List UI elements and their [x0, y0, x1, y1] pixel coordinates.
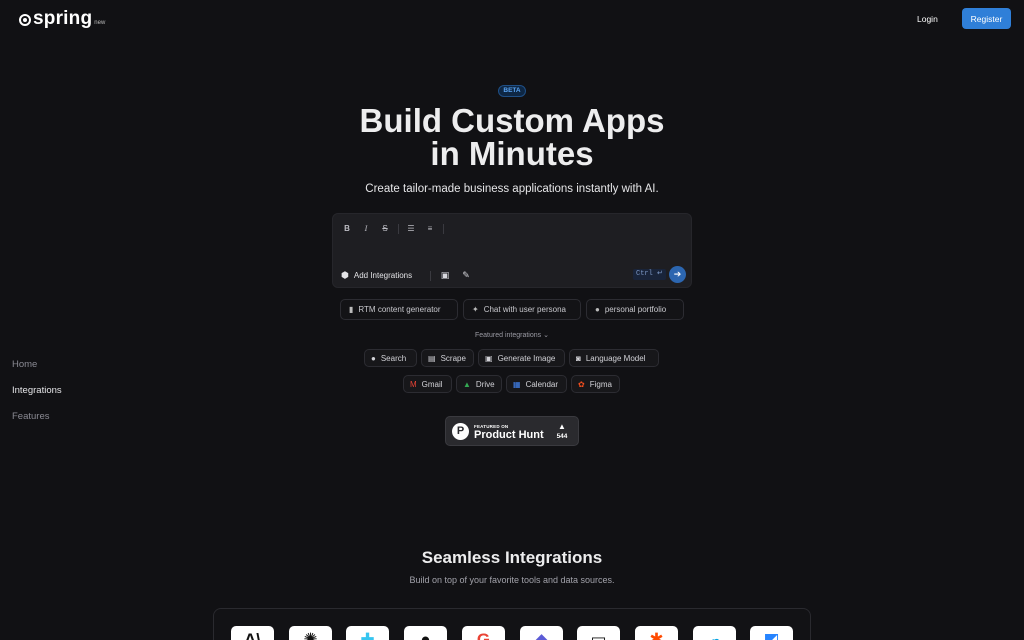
hero-subtitle: Create tailor-made business applications… — [365, 183, 659, 195]
toolbar-divider — [443, 224, 444, 234]
magic-wand-icon[interactable]: ✎ — [459, 268, 473, 282]
suggestion-chip-chat[interactable]: ✦ Chat with user persona — [463, 299, 581, 320]
logo-text: spring — [33, 8, 93, 29]
suggestion-label: Chat with user persona — [483, 305, 566, 314]
jira-icon[interactable]: ◩ — [750, 626, 793, 640]
integration-chip-language-model[interactable]: ◙ Language Model — [569, 349, 659, 367]
integrations-panel: A\ ✺ ✚ ● G ◆ ▭ ✱ ☁ ◩ — [213, 608, 811, 640]
bar-chart-icon: ▮ — [349, 305, 354, 314]
robot-icon: ◙ — [576, 353, 581, 363]
integration-chip-generate-image[interactable]: ▣ Generate Image — [478, 349, 565, 367]
cube-icon: ⬢ — [341, 269, 349, 280]
product-hunt-votes: 544 — [556, 433, 568, 440]
featured-integrations-toggle[interactable]: Featured integrations ⌄ — [445, 331, 579, 339]
gmail-icon: M — [410, 379, 417, 389]
salesforce-icon[interactable]: ☁ — [693, 626, 736, 640]
figma-icon: ✿ — [578, 379, 585, 389]
register-button[interactable]: Register — [962, 8, 1011, 29]
upvote-arrow-icon: ▲ — [558, 422, 566, 431]
image-icon: ▣ — [485, 353, 493, 363]
side-nav: Home Integrations Features — [12, 357, 62, 435]
strikethrough-icon[interactable]: S — [378, 222, 392, 236]
hero-title-line-1: Build Custom Apps — [359, 102, 665, 139]
integration-chip-calendar[interactable]: ▦ Calendar — [506, 375, 567, 393]
openai-icon[interactable]: ✺ — [289, 626, 332, 640]
suggestion-label: RTM content generator — [358, 305, 441, 314]
toolbar-divider — [430, 271, 431, 281]
italic-icon[interactable]: I — [359, 222, 373, 236]
document-icon: ▤ — [428, 353, 436, 363]
suggestion-label: personal portfolio — [604, 305, 667, 314]
ordered-list-icon[interactable]: ≡ — [423, 222, 437, 236]
integration-label: Search — [380, 353, 407, 363]
integration-chip-figma[interactable]: ✿ Figma — [571, 375, 620, 393]
integration-label: Figma — [589, 379, 612, 389]
logo[interactable]: spring new — [19, 9, 105, 29]
toolbar-divider — [398, 224, 399, 234]
beta-badge: BETA — [498, 85, 526, 97]
logo-mark-icon — [19, 14, 31, 26]
integration-label: Gmail — [421, 379, 443, 389]
section-subtitle: Build on top of your favorite tools and … — [409, 575, 615, 585]
nav-item-integrations[interactable]: Integrations — [12, 383, 62, 409]
chevron-down-icon: ⌄ — [543, 332, 549, 339]
integration-label: Drive — [475, 379, 495, 389]
featured-integrations-label: Featured integrations — [475, 332, 542, 339]
slack-icon[interactable]: ✚ — [346, 626, 389, 640]
bold-icon[interactable]: B — [340, 222, 354, 236]
sparkle-icon: ✦ — [472, 305, 479, 314]
submit-arrow-icon[interactable]: ➔ — [669, 266, 686, 283]
github-icon[interactable]: ● — [404, 626, 447, 640]
integration-chip-drive[interactable]: ▲ Drive — [456, 375, 502, 393]
calendar-icon: ▦ — [513, 379, 521, 389]
logo-suffix: new — [94, 20, 106, 26]
drive-icon: ▲ — [463, 379, 471, 389]
product-hunt-badge[interactable]: P FEATURED ON Product Hunt ▲ 544 — [445, 416, 579, 446]
notion-icon[interactable]: ▭ — [577, 626, 620, 640]
shortcut-hint: Ctrl ↵ — [633, 269, 666, 280]
anthropic-icon[interactable]: A\ — [231, 626, 274, 640]
suggestion-chip-portfolio[interactable]: ● personal portfolio — [586, 299, 684, 320]
integration-label: Generate Image — [497, 353, 556, 363]
add-integrations-button[interactable]: ⬢ Add Integrations — [341, 267, 412, 283]
bullet-list-icon[interactable]: ☰ — [404, 222, 418, 236]
image-edit-icon[interactable]: ▣ — [438, 268, 452, 282]
add-integrations-label: Add Integrations — [353, 270, 413, 280]
header: spring new Login Register — [0, 0, 1024, 40]
section-title: Seamless Integrations — [421, 548, 603, 567]
integration-chip-search[interactable]: ● Search — [364, 349, 417, 367]
login-button[interactable]: Login — [917, 10, 938, 28]
integration-label: Calendar — [525, 379, 559, 389]
zapier-icon[interactable]: ✱ — [635, 626, 678, 640]
hero-title-line-2: in Minutes — [430, 135, 594, 172]
google-icon[interactable]: G — [462, 626, 505, 640]
prompt-editor[interactable]: B I S ☰ ≡ ⬢ Add Integrations ▣ ✎ Ctrl ↵ … — [332, 213, 692, 288]
hero-title: Build Custom Apps in Minutes — [312, 104, 712, 170]
product-hunt-name: Product Hunt — [474, 429, 544, 441]
user-circle-icon: ● — [595, 305, 600, 314]
integration-label: Scrape — [440, 353, 466, 363]
search-icon: ● — [371, 353, 376, 363]
perplexity-icon[interactable]: ◆ — [520, 626, 563, 640]
nav-item-home[interactable]: Home — [12, 357, 62, 383]
product-hunt-icon: P — [452, 423, 469, 440]
suggestion-chip-rtm[interactable]: ▮ RTM content generator — [340, 299, 458, 320]
integration-chip-gmail[interactable]: M Gmail — [403, 375, 452, 393]
integration-label: Language Model — [585, 353, 646, 363]
nav-item-features[interactable]: Features — [12, 409, 62, 435]
integration-chip-scrape[interactable]: ▤ Scrape — [421, 349, 474, 367]
